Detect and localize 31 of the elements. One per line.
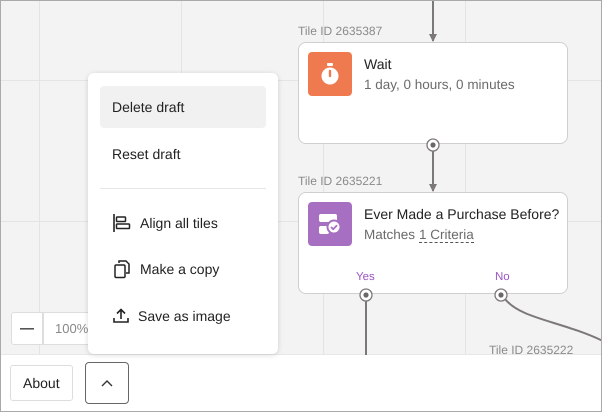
menu-item[interactable]: Align all tiles: [100, 202, 266, 244]
connection-port[interactable]: [359, 288, 373, 302]
connector-line: [365, 300, 367, 355]
connector-arrow: [429, 1, 437, 42]
copy-icon: [112, 259, 132, 280]
criteria-link[interactable]: 1 Criteria: [419, 227, 474, 243]
tile-id-label: Tile ID 2635387: [298, 24, 382, 38]
tile-id-label: Tile ID 2635221: [298, 174, 382, 188]
tile-card[interactable]: Wait 1 day, 0 hours, 0 minutes: [298, 42, 568, 144]
collapse-button[interactable]: [84, 362, 129, 404]
menu-item[interactable]: Save as image: [100, 294, 266, 337]
minus-icon: [20, 328, 34, 330]
menu-item[interactable]: Make a copy: [100, 248, 266, 291]
connector-arrow: [429, 150, 437, 192]
upload-icon: [112, 308, 130, 324]
tile-subtitle: 1 day, 0 hours, 0 minutes: [364, 77, 515, 92]
tile-id-label: Tile ID 2635222: [489, 343, 574, 357]
tile-title: Ever Made a Purchase Before?: [364, 206, 560, 222]
stopwatch-icon: [319, 62, 341, 86]
about-button[interactable]: About: [10, 365, 73, 401]
connection-port[interactable]: [426, 138, 440, 152]
branch-label: No: [495, 271, 510, 283]
branch-label: Yes: [356, 271, 375, 283]
tile-title: Wait: [364, 56, 392, 72]
tile-subtitle: Matches: [364, 227, 416, 243]
connection-port[interactable]: [494, 288, 508, 302]
menu-item[interactable]: Reset draft: [100, 132, 266, 175]
tile-card[interactable]: Ever Made a Purchase Before? Matches 1 Criteria Yes No: [298, 192, 568, 294]
menu-item[interactable]: Delete draft: [100, 86, 266, 128]
align-left-icon: [112, 212, 132, 233]
chevron-up-icon: [100, 380, 113, 386]
